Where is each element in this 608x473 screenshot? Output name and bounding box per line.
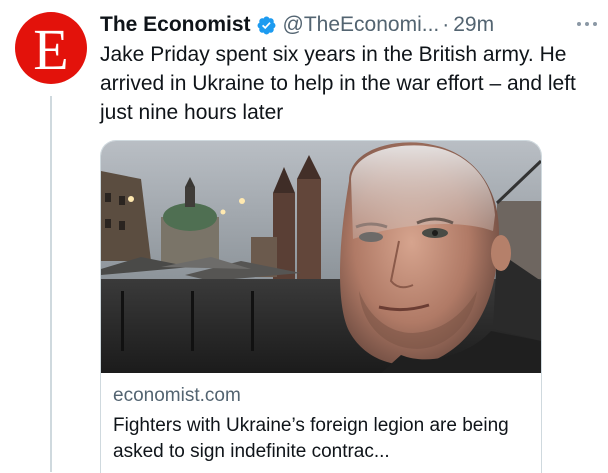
tweet-text: Jake Priday spent six years in the Briti… [100,43,576,124]
author-display-name[interactable]: The Economist [100,13,251,37]
article-thumbnail-image [101,141,541,373]
thread-line [50,96,52,472]
tweet-timestamp[interactable]: 29m [453,13,494,37]
link-preview-card[interactable]: economist.com Fighters with Ukraine’s fo… [100,140,542,473]
avatar[interactable]: E [15,12,87,84]
more-options-icon[interactable] [572,14,602,34]
card-domain: economist.com [113,385,241,406]
separator-dot: · [442,13,450,36]
verified-badge-icon [257,16,275,34]
avatar-logo-letter: E [33,17,69,82]
card-title: Fighters with Ukraine’s foreign legion a… [113,415,509,462]
tweet-header: The Economist @TheEconomi... · 29m [100,12,598,38]
author-handle[interactable]: @TheEconomi... [283,13,440,37]
